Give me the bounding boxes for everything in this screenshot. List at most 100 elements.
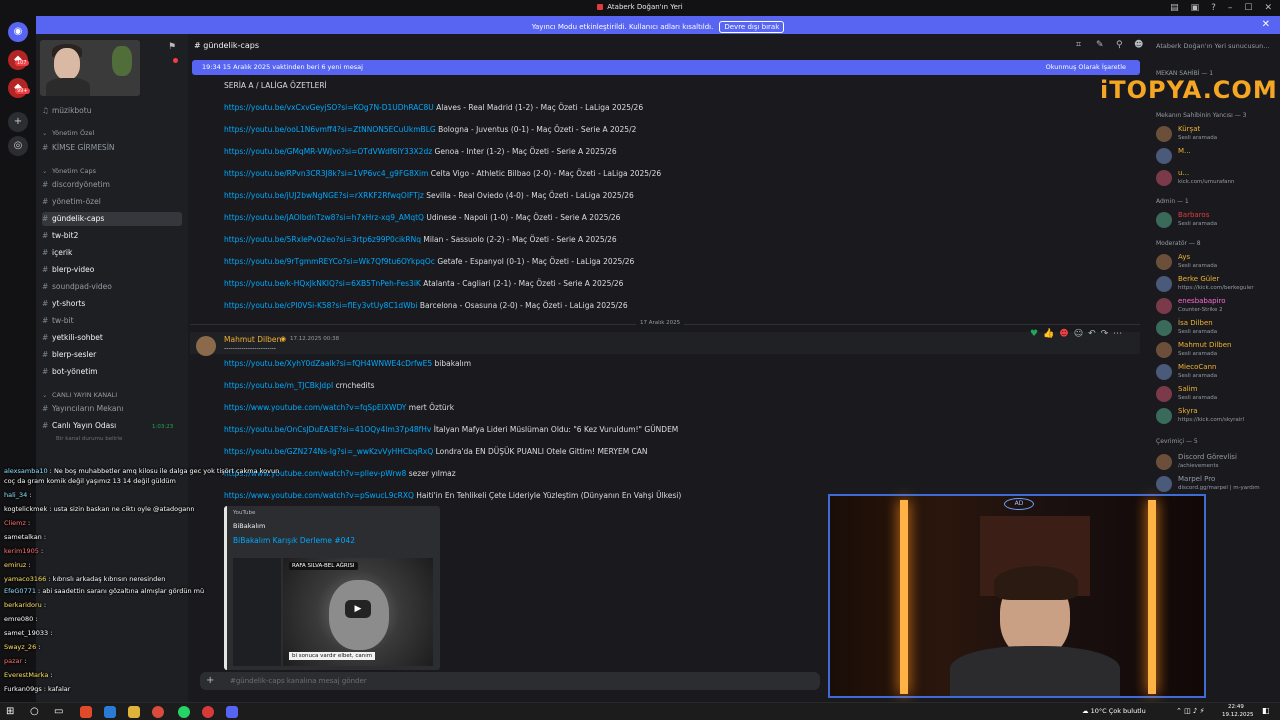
youtube-link[interactable]: https://youtu.be/ooL1N6vmff4?si=ZtNNON5E… bbox=[224, 125, 436, 134]
notification-icon[interactable]: ◧ bbox=[1262, 706, 1270, 715]
youtube-link[interactable]: https://youtu.be/jUJ2bwNgNGE?si=rXRKF2Rf… bbox=[224, 191, 424, 200]
folder-icon[interactable] bbox=[128, 706, 140, 718]
close-button[interactable]: ✕ bbox=[1264, 3, 1272, 13]
close-icon[interactable]: ✕ bbox=[1262, 19, 1270, 30]
avatar[interactable] bbox=[1156, 126, 1172, 142]
discord-icon[interactable] bbox=[226, 706, 238, 718]
member-item[interactable]: Mahmut Dilben Sesli aramada bbox=[1156, 340, 1280, 360]
new-messages-bar[interactable]: 19:34 15 Aralık 2025 vaktinden beri 6 ye… bbox=[192, 60, 1140, 75]
monitor-icon[interactable]: ▣ bbox=[1191, 3, 1200, 13]
inbox-icon[interactable]: ▤ bbox=[1170, 3, 1179, 13]
avatar[interactable] bbox=[1156, 212, 1172, 228]
member-item[interactable]: enesbabapiro Counter-Strike 2 bbox=[1156, 296, 1280, 316]
avatar[interactable] bbox=[1156, 298, 1172, 314]
forward-icon[interactable]: ↷ bbox=[1101, 329, 1109, 339]
member-item[interactable]: Barbaros Sesli aramada bbox=[1156, 210, 1280, 230]
discord-home-icon[interactable]: ◉ bbox=[8, 22, 28, 42]
sidebar-item[interactable]: # soundpad-video bbox=[42, 280, 182, 294]
sidebar-item[interactable]: # içerik bbox=[42, 246, 182, 260]
avatar[interactable] bbox=[1156, 454, 1172, 470]
avatar[interactable] bbox=[1156, 364, 1172, 380]
avatar[interactable] bbox=[1156, 170, 1172, 186]
mark-as-read-button[interactable]: Okunmuş Olarak İşaretle bbox=[1046, 60, 1126, 75]
emoji-icon[interactable]: ☻ bbox=[1059, 329, 1068, 339]
member-item[interactable]: M... bbox=[1156, 146, 1280, 166]
sidebar-item[interactable]: # blerp-video bbox=[42, 263, 182, 277]
more-icon[interactable]: ⋯ bbox=[1113, 329, 1122, 339]
members-icon[interactable]: ☻ bbox=[1134, 40, 1143, 50]
browser-icon[interactable] bbox=[80, 706, 92, 718]
youtube-link[interactable]: https://youtu.be/9rTgmmREYCo?si=Wk7Qf9tu… bbox=[224, 257, 435, 266]
member-item[interactable]: Berke Güler https://kick.com/berkeguler bbox=[1156, 274, 1280, 294]
youtube-link[interactable]: https://youtu.be/RPvn3CR3J8k?si=1VP6vc4_… bbox=[224, 169, 428, 178]
sidebar-item[interactable]: # bot-yönetim bbox=[42, 365, 182, 379]
youtube-link[interactable]: https://youtu.be/cPI0VSi-K58?si=flEy3vtU… bbox=[224, 301, 417, 310]
pin-icon[interactable]: ⚲ bbox=[1116, 40, 1123, 50]
member-item[interactable]: Salim Sesli aramada bbox=[1156, 384, 1280, 404]
minimize-button[interactable]: – bbox=[1228, 3, 1233, 13]
add-member-icon[interactable]: ⚑ bbox=[168, 42, 176, 52]
obs-icon[interactable] bbox=[202, 706, 214, 718]
explore-icon[interactable]: ◎ bbox=[8, 136, 28, 156]
youtube-link[interactable]: https://youtu.be/m_TJCBkJdpI bbox=[224, 381, 333, 390]
add-reaction-icon[interactable]: ☺ bbox=[1074, 329, 1083, 339]
mute-icon[interactable]: ✎ bbox=[1096, 40, 1104, 50]
search-input[interactable]: Ataberk Doğan'ın Yeri sunucusun... bbox=[1156, 42, 1269, 50]
avatar[interactable] bbox=[1156, 386, 1172, 402]
sidebar-item[interactable]: # tw-bit bbox=[42, 314, 182, 328]
member-item[interactable]: MiecoCann Sesli aramada bbox=[1156, 362, 1280, 382]
member-item[interactable]: u... kick.com/umurafann bbox=[1156, 168, 1280, 188]
clock-date[interactable]: 19.12.2025 bbox=[1222, 712, 1254, 718]
task-view-icon[interactable]: ▭ bbox=[54, 706, 66, 718]
reply-icon[interactable]: ↶ bbox=[1088, 329, 1096, 339]
sidebar-item[interactable]: # Yayıncıların Mekanı bbox=[42, 402, 182, 416]
sidebar-item[interactable]: # yönetim-özel bbox=[42, 195, 182, 209]
tray-icons[interactable]: ⌃ ◫ ♪ ⚡ bbox=[1176, 707, 1205, 715]
sidebar-item[interactable]: # KİMSE GİRMESİN bbox=[42, 141, 182, 155]
member-item[interactable]: Discord Görevlisi/achievements bbox=[1156, 452, 1280, 472]
play-icon[interactable]: ▶ bbox=[345, 600, 371, 618]
sidebar-item[interactable]: # gündelik-caps bbox=[42, 212, 182, 226]
youtube-link[interactable]: https://youtu.be/k-HQxJkNKIQ?si=6XB5TnPe… bbox=[224, 279, 421, 288]
member-item[interactable]: Kürşat Sesli aramada bbox=[1156, 124, 1280, 144]
youtube-link[interactable]: https://youtu.be/GZN274Ns-Ig?si=_wwKzvVy… bbox=[224, 447, 433, 456]
add-server-icon[interactable]: + bbox=[8, 112, 28, 132]
avatar[interactable] bbox=[1156, 148, 1172, 164]
sidebar-item[interactable]: # yetkili-sohbet bbox=[42, 331, 182, 345]
avatar[interactable] bbox=[196, 336, 216, 356]
chrome-icon[interactable] bbox=[152, 706, 164, 718]
avatar[interactable] bbox=[1156, 276, 1172, 292]
avatar[interactable] bbox=[1156, 476, 1172, 492]
video-thumbnail[interactable]: RAFA SILVA-BEL AĞRISI ▶ bi sonuca vardır… bbox=[283, 558, 433, 666]
member-item[interactable]: İsa Dilben Sesli aramada bbox=[1156, 318, 1280, 338]
youtube-link[interactable]: https://youtu.be/GMqMR-VWJvo?si=OTdVWdf6… bbox=[224, 147, 432, 156]
edge-icon[interactable] bbox=[104, 706, 116, 718]
help-icon[interactable]: ? bbox=[1211, 3, 1216, 13]
weather-widget[interactable]: ☁ 10°C Çok bulutlu bbox=[1082, 707, 1146, 715]
search-icon[interactable]: ○ bbox=[30, 706, 42, 718]
heart-reaction-icon[interactable]: ♥ bbox=[1030, 329, 1038, 339]
youtube-link[interactable]: https://www.youtube.com/watch?v=fqSpEIXW… bbox=[224, 403, 406, 412]
member-item[interactable]: Skyra https://kick.com/skyrairl bbox=[1156, 406, 1280, 426]
youtube-link[interactable]: https://youtu.be/jAOlbdnTzw8?si=h7xHrz-x… bbox=[224, 213, 424, 222]
youtube-link[interactable]: https://youtu.be/5RxlePv02eo?si=3rtp6z99… bbox=[224, 235, 421, 244]
sidebar-item[interactable]: ♫ müzikbotu bbox=[42, 104, 182, 118]
youtube-link[interactable]: https://youtu.be/OnCsJDuEA3E?si=41OQy4lm… bbox=[224, 425, 431, 434]
threads-icon[interactable]: ⌗ bbox=[1076, 40, 1081, 50]
clock-time[interactable]: 22:49 bbox=[1228, 704, 1244, 710]
sidebar-item[interactable]: # yt-shorts bbox=[42, 297, 182, 311]
message-input[interactable]: + #gündelik-caps kanalına mesaj gönder bbox=[200, 672, 820, 690]
avatar[interactable] bbox=[1156, 254, 1172, 270]
avatar[interactable] bbox=[1156, 320, 1172, 336]
youtube-link[interactable]: https://youtu.be/vxCxvGeyjSO?si=KOg7N-D1… bbox=[224, 103, 434, 112]
avatar[interactable] bbox=[1156, 408, 1172, 424]
sidebar-item[interactable]: # discordyönetim bbox=[42, 178, 182, 192]
disable-streamer-mode-button[interactable]: Devre dışı bırak bbox=[719, 21, 785, 33]
member-item[interactable]: Marpel Pro discord.gg/marpel | m-yardım bbox=[1156, 474, 1280, 494]
sidebar-item[interactable]: # tw-bit2 bbox=[42, 229, 182, 243]
whatsapp-icon[interactable] bbox=[178, 706, 190, 718]
sidebar-item[interactable]: # blerp-sesler bbox=[42, 348, 182, 362]
thumbs-up-icon[interactable]: 👍 bbox=[1043, 329, 1054, 339]
windows-start-icon[interactable]: ⊞ bbox=[6, 706, 18, 718]
avatar[interactable] bbox=[1156, 342, 1172, 358]
